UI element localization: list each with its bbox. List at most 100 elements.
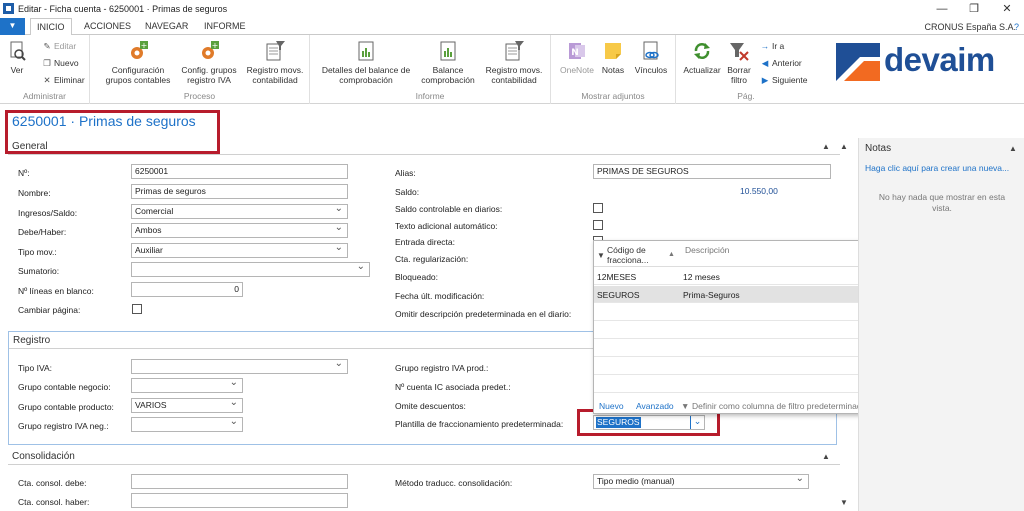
label-cambiar-pagina: Cambiar página: [18,305,81,315]
notes-create-link[interactable]: Haga clic aquí para crear una nueva... [865,163,1009,173]
lookup-nuevo-link[interactable]: Nuevo [599,401,624,411]
field-no[interactable]: 6250001 [131,164,348,179]
app-icon [3,3,14,14]
devaim-logo: devaim [836,41,1006,83]
select-grupo-iva-neg[interactable] [131,417,243,432]
section-general-header[interactable]: General ▲ [8,138,840,155]
collapse-chevron-up-icon[interactable]: ▲ [822,142,830,151]
label-omite-descuentos: Omite descuentos: [395,401,466,411]
label-bloqueado: Bloqueado: [395,272,439,282]
label-fecha-modificacion: Fecha últ. modificación: [395,291,485,301]
select-tipo-iva[interactable] [131,359,348,374]
collapse-chevron-up-icon[interactable]: ▲ [1009,144,1017,153]
siguiente-button[interactable]: ▶ Siguiente [760,75,808,86]
checkbox-cambiar-pagina[interactable] [132,304,142,314]
close-button[interactable]: ✕ [993,1,1021,17]
select-ingresos-saldo[interactable]: Comercial [131,204,348,219]
ver-button[interactable]: Ver [6,40,28,75]
scroll-up-icon[interactable]: ▲ [840,142,848,151]
label-lineas-blanco: Nº líneas en blanco: [18,286,94,296]
field-lineas-blanco[interactable]: 0 [131,282,243,297]
lookup-dropdown: ▼ Código de fracciona... ▲ Descripción 1… [593,240,897,414]
field-alias[interactable]: PRIMAS DE SEGUROS [593,164,831,179]
devaim-logo-mark-icon [836,43,880,81]
select-tipo-mov[interactable]: Auxiliar [131,243,348,258]
detalles-balance-button[interactable]: Detalles del balance de comprobación [318,40,414,85]
editar-button[interactable]: ✎ Editar [42,41,76,52]
nuevo-button[interactable]: ❐ Nuevo [42,58,78,69]
collapse-chevron-up-icon[interactable]: ▲ [822,452,830,461]
section-consolidacion-header[interactable]: Consolidación ▲ [8,448,840,465]
ribbon: Ver ✎ Editar ❐ Nuevo ✕ Eliminar Administrar… [0,35,1024,104]
eliminar-button[interactable]: ✕ Eliminar [42,75,84,86]
lookup-row[interactable]: 12MESES 12 meses [594,268,896,285]
balance-comprobacion-button[interactable]: Balance comprobación [416,40,480,85]
onenote-button[interactable]: N OneNote [557,40,597,75]
label-debe-haber: Debe/Haber: [18,227,67,237]
onenote-icon: N [569,43,585,59]
config-grupos-contables-button[interactable]: + Configuración grupos contables [100,40,176,85]
vinculos-button[interactable]: Vínculos [631,40,671,75]
label-cta-regularizacion: Cta. regularización: [395,254,469,264]
label-texto-adicional: Texto adicional automático: [395,221,498,231]
label-nombre: Nombre: [18,188,51,198]
help-icon[interactable]: ? [1014,22,1019,32]
lookup-row-empty [594,340,896,357]
lookup-col-desc[interactable]: Descripción [685,245,729,255]
lookup-cell-code: SEGUROS [597,290,640,300]
application-menu-button[interactable]: ▼ [0,18,25,35]
select-metodo-consolidacion[interactable]: Tipo medio (manual) [593,474,809,489]
report-icon [358,41,374,61]
lookup-avanzado-link[interactable]: Avanzado [636,401,674,411]
filter-funnel-icon[interactable]: ▼ [597,251,605,260]
registro-movs-contabilidad-button[interactable]: Registro movs. contabilidad [242,40,308,85]
checkbox-saldo-controlable[interactable] [593,203,603,213]
triangle-right-icon: ▶ [761,75,769,85]
tab-informe[interactable]: INFORME [198,18,252,35]
anterior-button[interactable]: ◀ Anterior [760,58,802,69]
value-saldo[interactable]: 10.550,00 [740,186,778,196]
informe-registro-movs-button[interactable]: Registro movs. contabilidad [482,40,546,85]
notes-empty-message: No hay nada que mostrar en esta vista. [878,192,1006,213]
label-cta-consol-debe: Cta. consol. debe: [18,478,87,488]
label-no: Nº: [18,168,30,178]
notes-title: Notas [865,143,892,154]
group-informe: Detalles del balance de comprobación Bal… [310,35,551,104]
sort-ascending-icon[interactable]: ▲ [668,251,675,258]
minimize-button[interactable]: — [928,1,956,17]
field-cta-consol-haber[interactable] [131,493,348,508]
section-registro-title: Registro [13,335,51,346]
ir-a-button[interactable]: → Ir a [760,41,785,51]
lookup-definir-filtro[interactable]: Definir como columna de filtro predeterm… [692,401,866,411]
scroll-down-icon[interactable]: ▼ [840,498,848,507]
checkbox-texto-adicional[interactable] [593,220,603,230]
label-grupo-iva-prod: Grupo registro IVA prod.: [395,363,489,373]
notas-button[interactable]: Notas [599,40,627,75]
actualizar-button[interactable]: Actualizar [680,40,724,75]
lookup-col-code[interactable]: Código de fracciona... [607,245,659,265]
lookup-cell-desc: Prima-Seguros [683,290,740,300]
label-metodo-consolidacion: Método traducc. consolidación: [395,478,513,488]
tab-inicio[interactable]: INICIO [30,18,72,36]
select-sumatorio[interactable] [131,262,370,277]
arrow-right-icon: → [760,41,770,51]
company-name: CRONUS España S.A. [924,22,1016,32]
lookup-row-selected[interactable]: SEGUROS Prima-Seguros [594,286,896,303]
tab-acciones[interactable]: ACCIONES [78,18,137,35]
svg-text:+: + [141,41,148,50]
group-label-proceso: Proceso [183,91,216,101]
config-grupos-iva-button[interactable]: + Config. grupos registro IVA [176,40,242,85]
link-document-icon [643,41,659,60]
restore-button[interactable]: ❐ [960,1,988,17]
borrar-filtro-button[interactable]: Borrar filtro [724,40,754,85]
label-saldo-controlable: Saldo controlable en diarios: [395,204,503,214]
select-debe-haber[interactable]: Ambos [131,223,348,238]
tab-navegar[interactable]: NAVEGAR [139,18,194,35]
ribbon-tabs: ▼ INICIO ACCIONES NAVEGAR INFORME CRONUS… [0,18,1024,36]
select-grupo-negocio[interactable] [131,378,243,393]
sticky-note-icon [605,43,621,59]
field-cta-consol-debe[interactable] [131,474,348,489]
label-plantilla-fraccionamiento: Plantilla de fraccionamiento predetermin… [395,419,564,429]
select-grupo-producto[interactable]: VARIOS [131,398,243,413]
field-nombre[interactable]: Primas de seguros [131,184,348,199]
